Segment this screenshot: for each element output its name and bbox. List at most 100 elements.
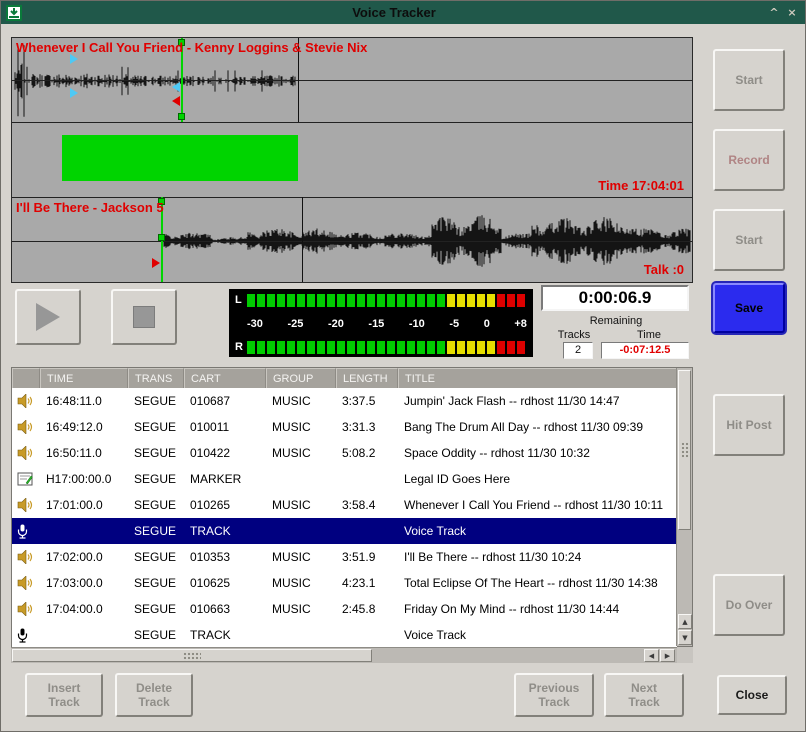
meter-scale-label: -30 xyxy=(247,318,263,330)
time-readout: Time 17:04:01 xyxy=(598,178,684,193)
meter-segment xyxy=(247,341,255,354)
speaker-icon xyxy=(12,420,40,434)
start-button-1[interactable]: Start xyxy=(713,49,785,111)
start-marker-icon[interactable] xyxy=(152,258,160,268)
fade-marker-icon[interactable] xyxy=(172,82,180,92)
save-button[interactable]: Save xyxy=(713,283,785,333)
waveform-editor[interactable]: Whenever I Call You Friend - Kenny Loggi… xyxy=(11,37,693,283)
vertical-scrollbar[interactable]: ▲ ▼ xyxy=(676,368,692,646)
fade-marker-icon[interactable] xyxy=(70,54,78,64)
remaining-tracks-label: Tracks xyxy=(541,329,607,341)
scroll-right-button[interactable]: ▶ xyxy=(660,649,675,662)
meter-segment xyxy=(447,294,455,307)
table-row[interactable]: 17:02:00.0SEGUE010353MUSIC3:51.9I'll Be … xyxy=(12,544,677,570)
meter-segment xyxy=(267,294,275,307)
horizontal-scrollbar[interactable]: ◀ ▶ xyxy=(11,647,677,663)
cell-time: 17:01:00.0 xyxy=(40,498,128,512)
cell-cart: 010422 xyxy=(184,446,266,460)
mic-icon xyxy=(12,524,40,539)
header-group[interactable]: GROUP xyxy=(266,368,336,388)
delete-track-button[interactable]: Delete Track xyxy=(115,673,193,717)
cell-trans: SEGUE xyxy=(128,394,184,408)
track1-cursor-handle-bottom[interactable] xyxy=(178,113,185,120)
do-over-button[interactable]: Do Over xyxy=(713,574,785,636)
table-row[interactable]: 17:04:00.0SEGUE010663MUSIC2:45.8Friday O… xyxy=(12,596,677,622)
window-title: Voice Tracker xyxy=(23,5,765,20)
close-button[interactable]: Close xyxy=(717,675,787,715)
meter-segment xyxy=(367,294,375,307)
meter-segment xyxy=(347,294,355,307)
remaining-time-label: Time xyxy=(607,329,691,341)
horizontal-scrollbar-thumb[interactable] xyxy=(12,649,372,662)
scroll-left-button[interactable]: ◀ xyxy=(644,649,659,662)
meter-segment xyxy=(377,294,385,307)
marker-icon xyxy=(12,472,40,486)
table-row[interactable]: 16:48:11.0SEGUE010687MUSIC3:37.5Jumpin' … xyxy=(12,388,677,414)
thumb-grip xyxy=(681,442,690,458)
stop-button[interactable] xyxy=(111,289,177,345)
table-row[interactable]: 17:01:00.0SEGUE010265MUSIC3:58.4Whenever… xyxy=(12,492,677,518)
track2-cursor-handle-mid[interactable] xyxy=(158,234,165,241)
scroll-up-button[interactable]: ▲ xyxy=(678,614,692,629)
meter-segment xyxy=(507,341,515,354)
header-trans[interactable]: TRANS xyxy=(128,368,184,388)
meter-scale-label: -25 xyxy=(287,318,303,330)
meter-segment xyxy=(287,341,295,354)
meter-segment xyxy=(517,294,525,307)
meter-left-label: L xyxy=(235,294,247,306)
close-window-icon[interactable]: × xyxy=(783,5,801,21)
fade-marker-icon[interactable] xyxy=(70,88,78,98)
meter-segment xyxy=(487,341,495,354)
insert-track-button[interactable]: Insert Track xyxy=(25,673,103,717)
cell-length: 3:31.3 xyxy=(336,420,398,434)
meter-segment xyxy=(517,341,525,354)
table-row[interactable]: 16:50:11.0SEGUE010422MUSIC5:08.2Space Od… xyxy=(12,440,677,466)
log-table[interactable]: TIME TRANS CART GROUP LENGTH TITLE 16:48… xyxy=(11,367,693,647)
vertical-scrollbar-thumb[interactable] xyxy=(678,370,691,530)
meter-segment xyxy=(467,294,475,307)
app-icon xyxy=(5,4,23,22)
start-button-2[interactable]: Start xyxy=(713,209,785,271)
header-title[interactable]: TITLE xyxy=(398,368,677,388)
table-row[interactable]: 17:03:00.0SEGUE010625MUSIC4:23.1Total Ec… xyxy=(12,570,677,596)
cell-trans: SEGUE xyxy=(128,524,184,538)
header-cart[interactable]: CART xyxy=(184,368,266,388)
table-row[interactable]: SEGUETRACKVoice Track xyxy=(12,518,677,544)
cell-length: 3:37.5 xyxy=(336,394,398,408)
header-icon[interactable] xyxy=(12,368,40,388)
speaker-icon xyxy=(12,550,40,564)
cell-trans: SEGUE xyxy=(128,446,184,460)
table-row[interactable]: H17:00:00.0SEGUEMARKERLegal ID Goes Here xyxy=(12,466,677,492)
end-marker-icon[interactable] xyxy=(172,96,180,106)
meter-right-label: R xyxy=(235,341,247,353)
meter-segment xyxy=(307,294,315,307)
previous-track-button[interactable]: Previous Track xyxy=(514,673,594,717)
meter-segment xyxy=(317,341,325,354)
record-button[interactable]: Record xyxy=(713,129,785,191)
meter-scale: -30-25-20-15-10-50+8 xyxy=(235,317,527,331)
cell-group: MUSIC xyxy=(266,602,336,616)
titlebar[interactable]: Voice Tracker ^ × xyxy=(1,1,805,24)
shade-window-icon[interactable]: ^ xyxy=(765,5,783,21)
table-row[interactable]: SEGUETRACKVoice Track xyxy=(12,622,677,648)
meter-scale-label: 0 xyxy=(484,318,490,330)
hit-post-button[interactable]: Hit Post xyxy=(713,394,785,456)
track2-title: I'll Be There - Jackson 5 xyxy=(16,200,164,215)
table-row[interactable]: 16:49:12.0SEGUE010011MUSIC3:31.3Bang The… xyxy=(12,414,677,440)
cell-trans: SEGUE xyxy=(128,420,184,434)
header-time[interactable]: TIME xyxy=(40,368,128,388)
header-length[interactable]: LENGTH xyxy=(336,368,398,388)
panel-divider-1 xyxy=(12,122,692,123)
play-button[interactable] xyxy=(15,289,81,345)
meter-scale-label: +8 xyxy=(514,318,527,330)
track1-title: Whenever I Call You Friend - Kenny Loggi… xyxy=(16,40,367,55)
speaker-icon xyxy=(12,394,40,408)
meter-segment xyxy=(277,341,285,354)
voice-track-region[interactable] xyxy=(62,135,298,181)
scroll-down-button[interactable]: ▼ xyxy=(678,630,692,645)
meter-segment xyxy=(477,294,485,307)
meter-segment xyxy=(307,341,315,354)
next-track-button[interactable]: Next Track xyxy=(604,673,684,717)
cell-time: 16:49:12.0 xyxy=(40,420,128,434)
cell-length: 4:23.1 xyxy=(336,576,398,590)
